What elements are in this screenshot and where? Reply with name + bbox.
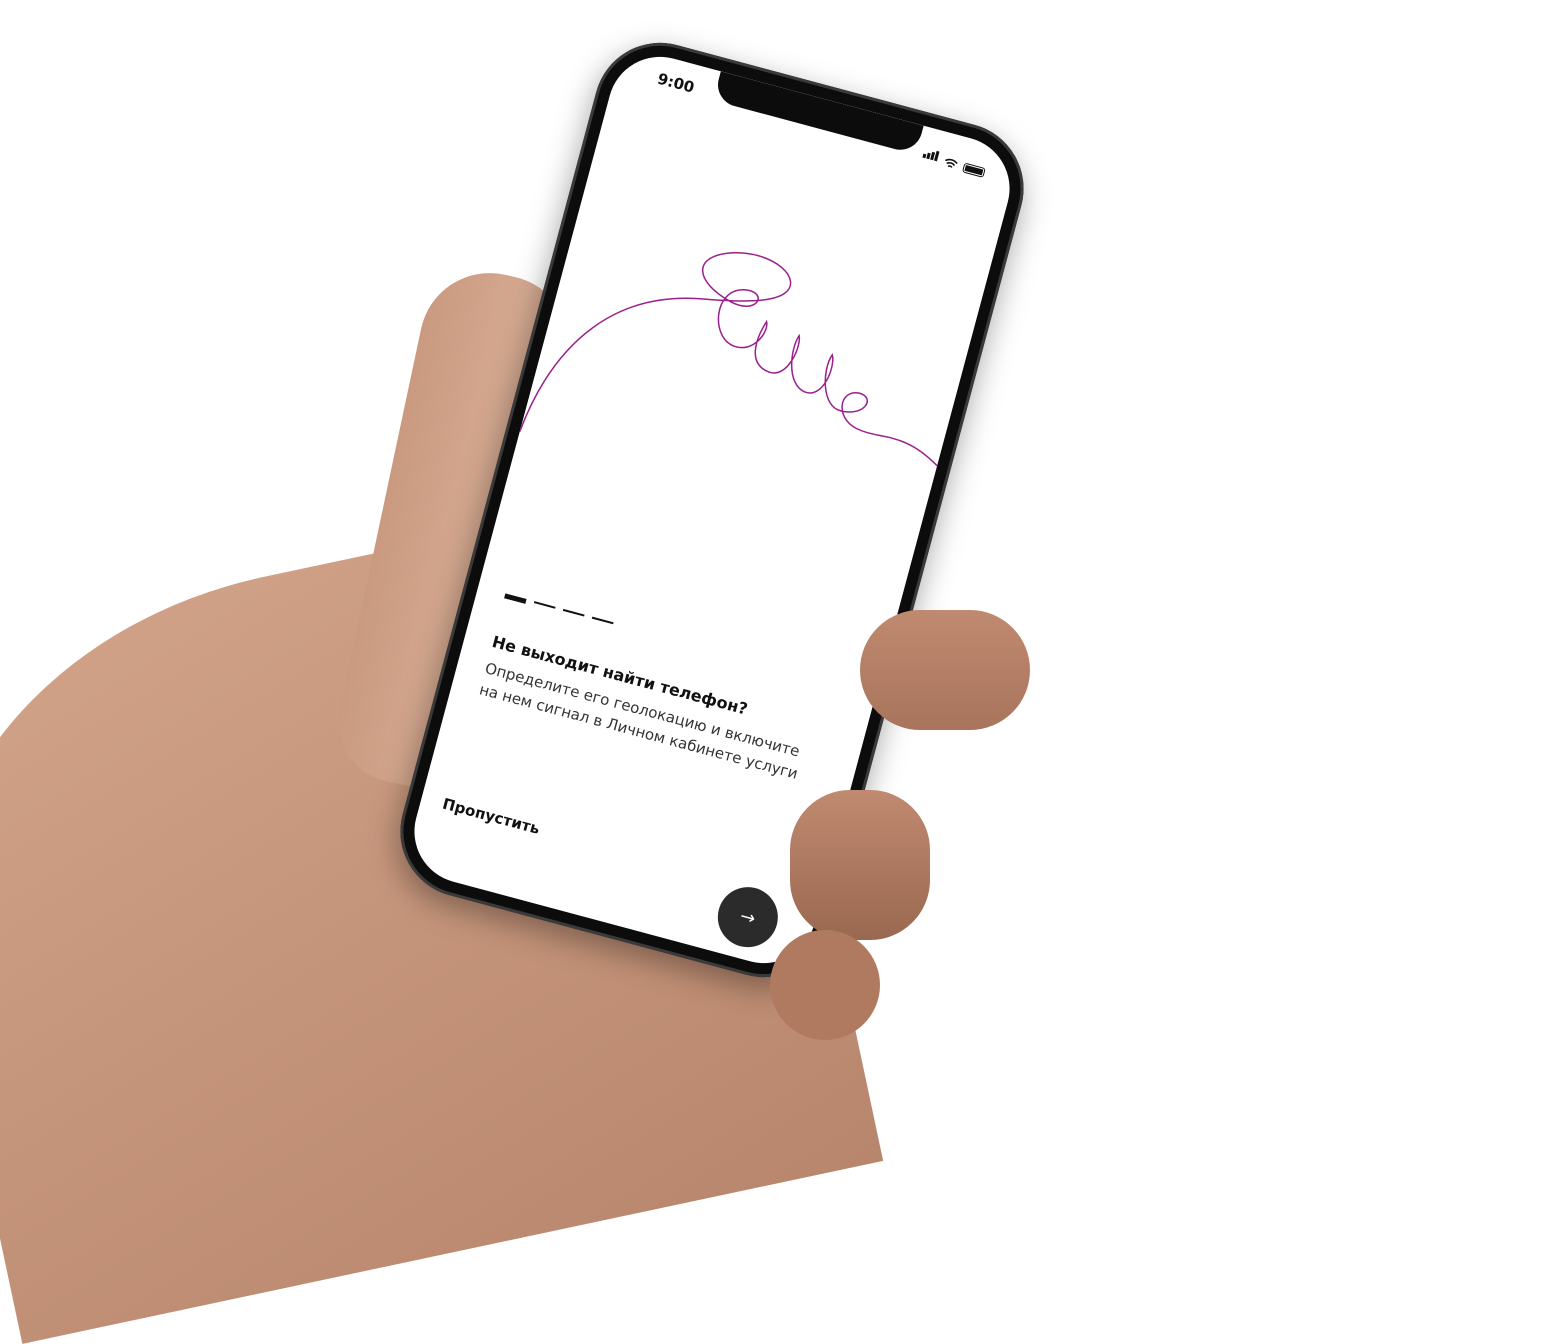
skip-button[interactable]: Пропустить <box>441 795 542 838</box>
phone-screen: 9:00 Не выходит найти телефон? Определит… <box>402 45 1022 975</box>
status-icons <box>921 143 988 178</box>
notch <box>713 71 924 155</box>
arrow-right-icon: → <box>737 905 758 930</box>
battery-icon <box>961 162 986 178</box>
hand-finger <box>790 790 930 940</box>
page-dot[interactable] <box>591 616 614 625</box>
page-dot-active[interactable] <box>504 593 527 604</box>
page-indicator <box>504 593 614 627</box>
hand-finger <box>770 930 880 1040</box>
page-dot[interactable] <box>533 601 556 609</box>
hand-finger <box>860 610 1030 730</box>
signal-icon <box>921 143 941 165</box>
wifi-icon <box>945 158 958 168</box>
hello-signature-illustration <box>519 251 938 467</box>
status-time: 9:00 <box>655 69 697 97</box>
phone-device: 9:00 Не выходит найти телефон? Определит… <box>385 28 1039 992</box>
next-button[interactable]: → <box>711 880 785 954</box>
page-dot[interactable] <box>562 608 585 617</box>
